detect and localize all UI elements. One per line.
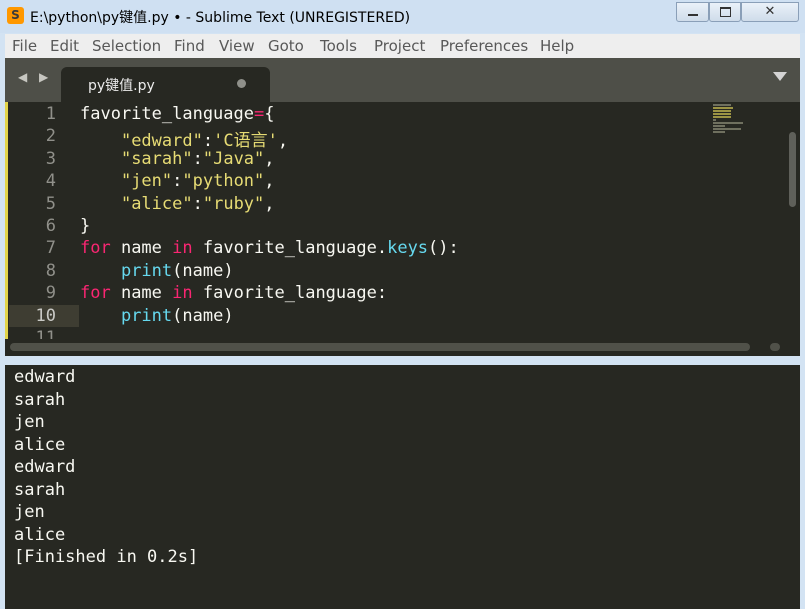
output-line: [Finished in 0.2s] — [14, 547, 199, 567]
line-number: 7 — [45, 238, 56, 259]
code-token: favorite_language: — [192, 283, 388, 304]
tab-label: py键值.py — [88, 78, 155, 94]
code-token: (name) — [172, 305, 234, 326]
code-token: "alice" — [120, 193, 193, 214]
code-token: = — [254, 104, 265, 124]
close-icon: ✕ — [764, 4, 776, 19]
code-token: for — [80, 238, 111, 259]
tab-bar: ◀ ▶ py键值.py — [5, 58, 800, 102]
menu-find[interactable]: Find — [174, 37, 205, 55]
code-line[interactable]: "edward":'C语言', — [80, 126, 288, 151]
panel-divider[interactable] — [0, 356, 805, 365]
code-token: favorite_language. — [192, 238, 388, 259]
output-line: jen — [14, 502, 45, 522]
line-number: 2 — [45, 126, 56, 147]
code-token: in — [172, 283, 193, 304]
menu-project[interactable]: Project — [374, 37, 425, 55]
tab-nav-arrows-icon[interactable]: ◀ ▶ — [18, 70, 52, 84]
output-line: jen — [14, 412, 45, 432]
code-editor[interactable]: 1 2 3 4 5 6 7 8 9 10 11 favorite_language={ "edwar… — [5, 102, 800, 340]
code-line[interactable]: print(name) — [80, 306, 234, 326]
output-line: alice — [14, 434, 66, 455]
code-token: "ruby" — [202, 193, 265, 214]
minimap[interactable] — [713, 102, 785, 340]
tab-dropdown-icon[interactable] — [773, 72, 787, 81]
code-line[interactable]: print(name) — [80, 261, 234, 281]
code-token: : — [172, 171, 183, 192]
code-token: "Java" — [202, 148, 265, 169]
menu-tools[interactable]: Tools — [320, 37, 357, 55]
code-token: } — [80, 216, 91, 236]
code-token: (name) — [172, 260, 234, 281]
code-token: , — [264, 171, 275, 192]
output-line: edward — [14, 457, 76, 477]
output-line: alice — [14, 524, 66, 545]
code-token: , — [264, 148, 275, 169]
code-line[interactable]: } — [80, 216, 90, 236]
code-line[interactable]: "alice":"ruby", — [80, 194, 275, 214]
close-button[interactable]: ✕ — [741, 2, 799, 22]
menu-selection[interactable]: Selection — [92, 37, 161, 55]
code-token: : — [192, 193, 203, 214]
code-token: favorite_language — [80, 104, 254, 124]
menu-view[interactable]: View — [219, 37, 255, 55]
code-token: { — [264, 104, 275, 124]
window-title: E:\python\py键值.py • - Sublime Text (UNRE… — [30, 10, 411, 26]
code-token: (): — [428, 238, 459, 259]
code-token: print — [120, 305, 173, 326]
line-number: 9 — [45, 283, 56, 304]
code-token: in — [172, 238, 193, 259]
code-token: name — [110, 238, 173, 259]
maximize-button[interactable] — [709, 2, 741, 22]
menu-edit[interactable]: Edit — [50, 37, 79, 55]
code-token: , — [264, 193, 275, 214]
menu-bar: File Edit Selection Find View Goto Tools… — [5, 34, 800, 58]
code-line[interactable]: favorite_language={ — [80, 104, 275, 124]
output-line: edward — [14, 367, 76, 387]
code-token: "jen" — [120, 171, 173, 192]
minimize-button[interactable] — [676, 2, 709, 22]
code-line[interactable]: "jen":"python", — [80, 171, 275, 191]
line-number: 1 — [45, 104, 56, 124]
line-number: 4 — [45, 171, 56, 192]
code-token: for — [80, 283, 111, 304]
sublime-logo-icon: S — [7, 7, 24, 24]
menu-help[interactable]: Help — [540, 37, 574, 55]
code-line[interactable]: for name in favorite_language: — [80, 283, 387, 303]
tab-py-file[interactable]: py键值.py — [61, 67, 270, 102]
code-token: print — [120, 260, 173, 281]
line-number: 6 — [45, 216, 56, 236]
line-number: 3 — [45, 148, 56, 169]
menu-file[interactable]: File — [12, 37, 37, 55]
build-output-panel: edward sarah jen alice edward sarah jen alice [F… — [5, 365, 800, 609]
horizontal-scrollbar[interactable] — [10, 343, 750, 351]
menu-preferences[interactable]: Preferences — [440, 37, 528, 55]
code-line[interactable]: for name in favorite_language.keys(): — [80, 238, 459, 258]
line-number: 10 — [35, 305, 56, 326]
vertical-scrollbar[interactable] — [789, 132, 796, 207]
horizontal-scrollbar-end[interactable] — [770, 343, 780, 351]
code-token: "python" — [182, 171, 265, 192]
output-line: sarah — [14, 389, 66, 410]
code-token: , — [277, 131, 289, 152]
code-token: name — [110, 283, 173, 304]
code-token: : — [192, 148, 203, 169]
code-token: keys — [387, 238, 429, 259]
unsaved-dot-icon[interactable] — [237, 79, 246, 88]
code-line[interactable]: "sarah":"Java", — [80, 149, 275, 169]
output-line: sarah — [14, 479, 66, 500]
line-number: 5 — [45, 193, 56, 214]
title-bar: S E:\python\py键值.py • - Sublime Text (UN… — [0, 0, 805, 33]
line-number: 8 — [45, 260, 56, 281]
horizontal-scrollbar-track — [5, 339, 800, 356]
code-token: "sarah" — [120, 148, 193, 169]
menu-goto[interactable]: Goto — [268, 37, 304, 55]
